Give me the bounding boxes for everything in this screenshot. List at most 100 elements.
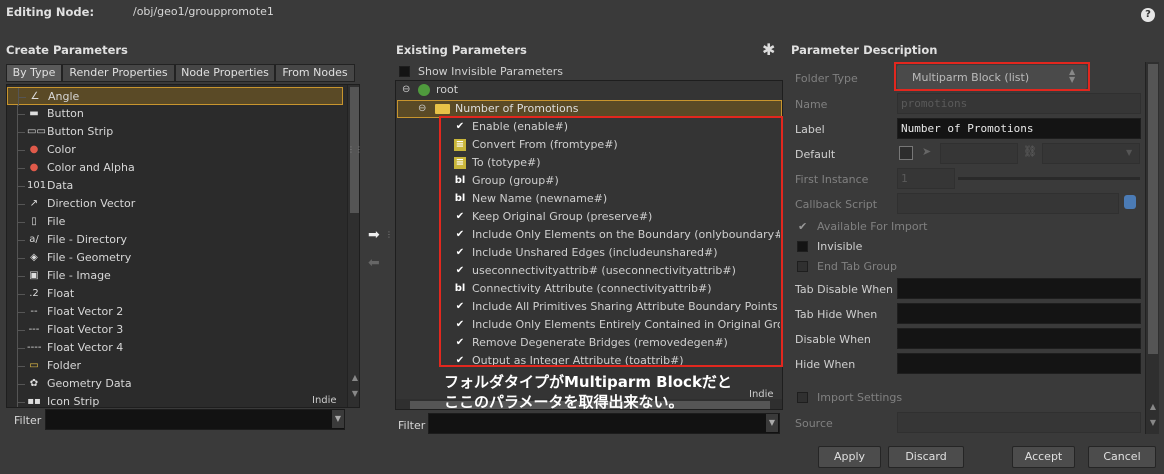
list-item[interactable]: a/File - Directory <box>7 231 343 249</box>
import-settings-checkbox[interactable] <box>797 392 808 403</box>
angle-icon: ∠ <box>30 91 40 102</box>
direction-vector-icon: ↗ <box>29 198 39 209</box>
cancel-button[interactable]: Cancel <box>1088 446 1156 468</box>
create-filter-input[interactable] <box>45 409 345 430</box>
callback-field[interactable] <box>897 193 1119 214</box>
list-item-label: Button <box>47 107 84 120</box>
tab-render-properties[interactable]: Render Properties <box>62 64 175 82</box>
invisible-checkbox[interactable] <box>797 241 808 252</box>
available-import-label[interactable]: Available For Import <box>817 220 927 233</box>
create-params-scrollbar[interactable]: ▲ ▼ <box>347 85 359 407</box>
folder-label: Number of Promotions <box>455 102 579 115</box>
tab-disable-field[interactable] <box>897 278 1141 299</box>
list-item[interactable]: ▭▭ Button Strip <box>7 123 343 141</box>
end-tab-checkbox[interactable] <box>797 261 808 272</box>
check-icon: ✔ <box>798 220 808 233</box>
collapse-folder-icon[interactable]: ⊖ <box>418 103 426 114</box>
accept-button[interactable]: Accept <box>1012 446 1075 468</box>
grip-icon[interactable]: ⋮ <box>385 230 393 239</box>
list-item-label: Folder <box>47 359 81 372</box>
name-value: promotions <box>901 97 968 110</box>
hide-when-field[interactable] <box>897 353 1141 374</box>
grip-icon[interactable]: ⋮⋮ <box>347 145 363 154</box>
list-item-label: Float Vector 2 <box>47 305 124 318</box>
scroll-thumb[interactable] <box>1148 64 1158 354</box>
param-desc-scrollbar[interactable]: ▲ ▼ <box>1145 62 1159 434</box>
existing-params-title: Existing Parameters <box>396 43 527 57</box>
node-path: /obj/geo1/grouppromote1 <box>133 5 274 18</box>
chevron-down-icon[interactable]: ▼ <box>1126 148 1132 157</box>
list-item-label: File - Image <box>47 269 111 282</box>
list-item-label: Geometry Data <box>47 377 132 390</box>
list-item[interactable]: -- Float Vector 2 <box>7 303 343 321</box>
list-item[interactable]: ✿ Geometry Data <box>7 375 343 393</box>
name-field[interactable]: promotions <box>897 93 1141 114</box>
tab-by-type[interactable]: By Type <box>6 64 62 82</box>
show-invisible-checkbox[interactable] <box>399 66 410 77</box>
button-strip-icon: ▭▭ <box>27 126 46 137</box>
icon-strip-icon: ▪▪ <box>27 396 41 407</box>
list-item[interactable]: ● Color <box>7 141 343 159</box>
list-item-label: Float Vector 4 <box>47 341 124 354</box>
list-item[interactable]: ▣ File - Image <box>7 267 343 285</box>
channel-icon[interactable] <box>899 146 913 160</box>
label-field[interactable]: Number of Promotions <box>897 118 1141 139</box>
tab-from-nodes[interactable]: From Nodes <box>275 64 355 82</box>
create-params-title: Create Parameters <box>6 43 128 57</box>
list-item[interactable]: ∠ Angle <box>7 87 343 106</box>
default-field-1[interactable] <box>940 143 1018 164</box>
tab-hide-field[interactable] <box>897 303 1141 324</box>
folder-icon: ▭ <box>29 360 39 371</box>
disable-when-field[interactable] <box>897 328 1141 349</box>
invisible-label: Invisible <box>817 240 863 253</box>
import-settings-label: Import Settings <box>817 391 903 404</box>
color-alpha-icon: ● <box>29 162 39 173</box>
apply-button[interactable]: Apply <box>818 446 881 468</box>
create-filter-label: Filter <box>14 414 42 427</box>
file-icon: ▯ <box>31 216 37 227</box>
python-icon[interactable] <box>1124 195 1136 209</box>
color-icon: ● <box>29 144 39 155</box>
arrow-left-icon[interactable]: ⬅ <box>368 255 384 271</box>
list-item-label: Angle <box>48 90 80 103</box>
chevron-down-icon[interactable]: ▼ <box>766 414 778 432</box>
list-item-label: Color and Alpha <box>47 161 135 174</box>
list-item[interactable]: --- Float Vector 3 <box>7 321 343 339</box>
list-item[interactable]: ↗ Direction Vector <box>7 195 343 213</box>
arrow-right-icon[interactable]: ➡ <box>368 227 384 243</box>
gear-icon[interactable]: ✱ <box>762 40 775 59</box>
list-item[interactable]: ▯ File <box>7 213 343 231</box>
list-item-label: File - Directory <box>47 233 128 246</box>
list-item[interactable]: ◈ File - Geometry <box>7 249 343 267</box>
scroll-up-icon[interactable]: ▲ <box>1148 402 1158 411</box>
link-icon[interactable]: ⛓ <box>1023 145 1037 158</box>
list-item-label: Icon Strip <box>47 395 100 408</box>
list-item[interactable]: ▬ Button <box>7 105 343 123</box>
root-label[interactable]: root <box>436 83 458 96</box>
list-item-label: Float Vector 3 <box>47 323 124 336</box>
list-item[interactable]: ▪▪ Icon Strip <box>7 393 343 408</box>
tab-hide-label: Tab Hide When <box>795 308 878 321</box>
create-params-list[interactable]: ∠ Angle ▬ Button ▭▭ Button Strip ● Color ● Color … <box>6 84 360 408</box>
discard-button[interactable]: Discard <box>888 446 964 468</box>
first-instance-slider[interactable] <box>958 177 1140 180</box>
label-label: Label <box>795 123 825 136</box>
scroll-down-icon[interactable]: ▼ <box>1148 418 1158 427</box>
existing-filter-input[interactable] <box>428 413 780 434</box>
help-icon[interactable]: ? <box>1141 8 1155 22</box>
list-item-label: Button Strip <box>47 125 114 138</box>
cursor-icon[interactable]: ➤ <box>922 145 931 158</box>
scroll-down-icon[interactable]: ▼ <box>350 389 359 398</box>
list-item[interactable]: ▭ Folder <box>7 357 343 375</box>
list-item[interactable]: 101 Data <box>7 177 343 195</box>
first-instance-field[interactable]: 1 <box>897 168 955 189</box>
list-item[interactable]: ---- Float Vector 4 <box>7 339 343 357</box>
tab-node-properties[interactable]: Node Properties <box>175 64 275 82</box>
list-item[interactable]: ● Color and Alpha <box>7 159 343 177</box>
annotation-text: フォルダタイプがMultiparm Blockだと ここのパラメータを取得出来な… <box>444 372 732 412</box>
scroll-up-icon[interactable]: ▲ <box>350 373 359 382</box>
source-field[interactable] <box>897 412 1141 433</box>
list-item[interactable]: .2 Float <box>7 285 343 303</box>
collapse-root-icon[interactable]: ⊖ <box>402 84 410 95</box>
chevron-down-icon[interactable]: ▼ <box>332 410 344 428</box>
